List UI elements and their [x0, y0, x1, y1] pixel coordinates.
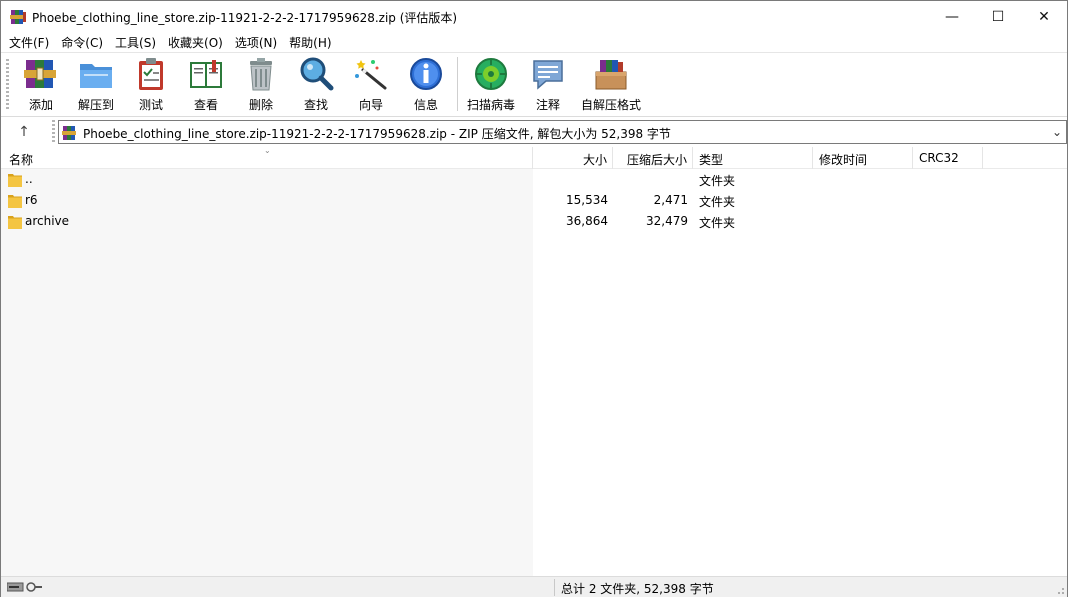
close-button[interactable]: ✕ [1021, 1, 1067, 32]
extract-folder-icon [80, 64, 112, 88]
delete-label: 删除 [248, 98, 273, 112]
wizard-wand-icon [355, 60, 387, 90]
toolbar-separator [457, 57, 458, 111]
find-button[interactable]: 查找 [298, 56, 334, 114]
minimize-button[interactable]: — [929, 1, 975, 32]
file-name: .. [25, 172, 33, 186]
extract-to-button[interactable]: 解压到 [74, 56, 118, 114]
extract-to-label: 解压到 [77, 98, 114, 112]
column-header-crc[interactable]: CRC32 [913, 147, 983, 169]
wizard-button[interactable]: 向导 [353, 56, 389, 114]
status-divider [554, 579, 555, 596]
table-row[interactable]: r6 15,534 2,471 文件夹 [1, 190, 1067, 211]
minimize-icon: — [945, 8, 959, 25]
column-name-label: 名称 [9, 153, 34, 167]
menu-commands[interactable]: 命令(C) [53, 32, 107, 52]
sfx-box-icon [595, 60, 627, 90]
find-label: 查找 [303, 98, 328, 112]
menu-favorites[interactable]: 收藏夹(O) [160, 32, 227, 52]
column-header-size[interactable]: 大小 [533, 147, 613, 169]
file-size: 36,864 [566, 214, 608, 228]
sfx-button[interactable]: 自解压格式 [580, 56, 642, 114]
add-label: 添加 [28, 98, 53, 112]
comment-button[interactable]: 注释 [530, 56, 566, 114]
file-type: 文件夹 [699, 216, 736, 230]
up-arrow-icon: ↑ [18, 124, 30, 140]
file-type: 文件夹 [699, 195, 736, 209]
address-path: Phoebe_clothing_line_store.zip-11921-2-2… [83, 127, 671, 141]
delete-button[interactable]: 删除 [243, 56, 279, 114]
file-name: archive [25, 214, 70, 228]
file-name: r6 [25, 193, 38, 207]
test-label: 测试 [138, 98, 163, 112]
file-size: 15,534 [566, 193, 608, 207]
folder-icon [8, 195, 22, 208]
up-one-level-button[interactable]: ↑ [9, 121, 39, 143]
magnifier-icon [300, 57, 334, 91]
list-header: 名称 ⌄ 大小 压缩后大小 类型 修改时间 CRC32 [1, 146, 1067, 169]
winrar-window: Phoebe_clothing_line_store.zip-11921-2-2… [0, 0, 1068, 597]
view-book-icon [190, 60, 222, 88]
toolbar: 添加 解压到 测试 查看 删除 查找 向导 信息 扫描病毒 注释 自解压格式 [1, 52, 1067, 117]
maximize-icon: ☐ [991, 8, 1005, 25]
resize-grip-icon[interactable] [1055, 585, 1065, 595]
status-bar: 总计 2 文件夹, 52,398 字节 [1, 576, 1067, 597]
file-packed-size: 32,479 [646, 214, 688, 228]
title-bar[interactable]: Phoebe_clothing_line_store.zip-11921-2-2… [1, 1, 1067, 32]
file-type: 文件夹 [699, 174, 736, 188]
address-bar[interactable]: Phoebe_clothing_line_store.zip-11921-2-2… [58, 120, 1067, 144]
file-packed-size: 2,471 [653, 193, 688, 207]
column-header-name[interactable]: 名称 ⌄ [1, 146, 533, 169]
wizard-label: 向导 [358, 98, 383, 112]
winrar-app-icon [10, 10, 26, 24]
menu-help[interactable]: 帮助(H) [281, 32, 335, 52]
folder-icon [8, 174, 22, 187]
drive-key-icon[interactable] [7, 581, 43, 593]
archive-icon [62, 126, 76, 140]
virus-scan-button[interactable]: 扫描病毒 [464, 56, 518, 114]
test-clipboard-icon [139, 58, 163, 90]
sfx-label: 自解压格式 [580, 98, 641, 112]
maximize-button[interactable]: ☐ [975, 1, 1021, 32]
view-label: 查看 [193, 98, 218, 112]
folder-icon [8, 216, 22, 229]
virus-scan-icon [475, 58, 507, 90]
close-icon: ✕ [1038, 8, 1050, 25]
virus-scan-label: 扫描病毒 [466, 98, 515, 112]
address-row: ↑ Phoebe_clothing_line_store.zip-11921-2… [1, 118, 1067, 146]
menu-file[interactable]: 文件(F) [1, 32, 53, 52]
menu-bar: 文件(F) 命令(C) 工具(S) 收藏夹(O) 选项(N) 帮助(H) [1, 32, 1067, 52]
add-archive-icon [24, 60, 56, 88]
comment-icon [533, 60, 563, 90]
test-button[interactable]: 测试 [132, 56, 170, 114]
column-header-modified[interactable]: 修改时间 [813, 147, 913, 169]
add-button[interactable]: 添加 [21, 56, 61, 114]
view-button[interactable]: 查看 [184, 56, 228, 114]
column-header-type[interactable]: 类型 [693, 147, 813, 169]
trash-icon [250, 58, 272, 91]
address-grip [52, 120, 55, 144]
column-header-packed[interactable]: 压缩后大小 [613, 147, 693, 169]
info-button[interactable]: 信息 [408, 56, 444, 114]
info-label: 信息 [413, 98, 438, 112]
sort-indicator-icon: ⌄ [264, 146, 271, 155]
table-row[interactable]: archive 36,864 32,479 文件夹 [1, 211, 1067, 232]
file-list[interactable]: 名称 ⌄ 大小 压缩后大小 类型 修改时间 CRC32 .. 文件夹 r6 15… [1, 146, 1067, 576]
info-icon [410, 58, 442, 90]
status-summary: 总计 2 文件夹, 52,398 字节 [561, 582, 714, 596]
menu-options[interactable]: 选项(N) [227, 32, 281, 52]
comment-label: 注释 [535, 98, 560, 112]
toolbar-grip[interactable] [6, 59, 9, 111]
chevron-down-icon[interactable]: ⌄ [1052, 125, 1062, 139]
menu-tools[interactable]: 工具(S) [107, 32, 160, 52]
table-row[interactable]: .. 文件夹 [1, 169, 1067, 190]
window-title: Phoebe_clothing_line_store.zip-11921-2-2… [32, 11, 458, 25]
